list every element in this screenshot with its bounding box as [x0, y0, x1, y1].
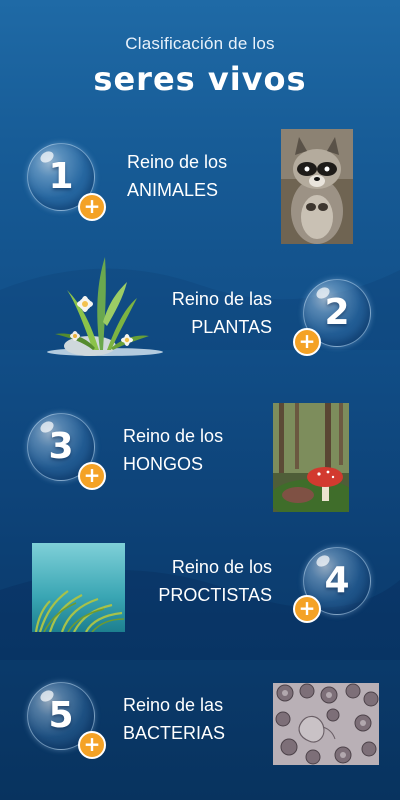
kingdom-label-line2: HONGOS: [123, 454, 204, 474]
kingdom-label-line1: Reino de los: [123, 426, 224, 446]
kingdom-label: Reino de los PROCTISTAS: [150, 553, 272, 609]
bacteria-micrograph: [273, 683, 379, 765]
kingdom-label-line2: ANIMALES: [127, 180, 219, 200]
plus-icon[interactable]: +: [293, 595, 321, 623]
kingdom-label-line1: Reino de las: [171, 289, 272, 309]
kingdom-label-line1: Reino de los: [127, 152, 228, 172]
mushroom-photo: [273, 403, 349, 512]
algae-photo: [32, 543, 125, 632]
kingdom-label: Reino de los HONGOS: [123, 422, 223, 478]
raccoon-photo: [281, 129, 353, 244]
kingdom-label-line1: Reino de los: [171, 557, 272, 577]
kingdom-label-line2: PLANTAS: [191, 317, 272, 337]
kingdom-label: Reino de los ANIMALES: [127, 148, 227, 204]
plus-icon[interactable]: +: [78, 731, 106, 759]
kingdom-label-line1: Reino de las: [123, 695, 224, 715]
infographic: Clasificación de los seres vivos 1 + Rei…: [0, 0, 400, 800]
kingdom-label: Reino de las BACTERIAS: [123, 691, 225, 747]
page-subtitle: Clasificación de los: [125, 34, 275, 53]
plants-illustration: [45, 252, 165, 356]
kingdom-label: Reino de las PLANTAS: [158, 285, 272, 341]
plus-icon[interactable]: +: [293, 328, 321, 356]
kingdom-label-line2: PROCTISTAS: [158, 585, 272, 605]
plus-icon[interactable]: +: [78, 193, 106, 221]
page-title: seres vivos: [93, 60, 307, 98]
header: Clasificación de los seres vivos: [0, 34, 400, 98]
kingdom-label-line2: BACTERIAS: [123, 723, 226, 743]
plus-icon[interactable]: +: [78, 462, 106, 490]
